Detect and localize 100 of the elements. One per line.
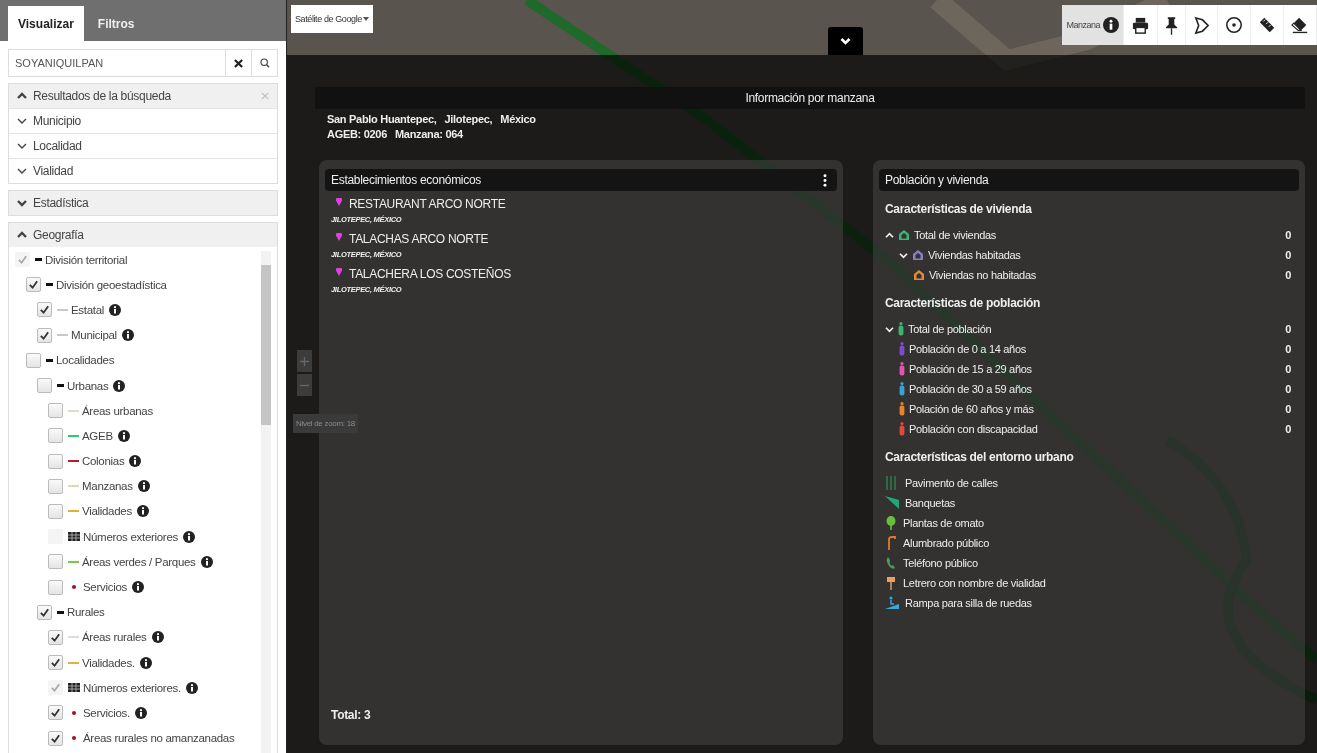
dash-icon [57,384,64,388]
result-group-label: Localidad [33,139,82,153]
layer-label: Servicios. [83,706,130,719]
panel-title: Información por manzana [745,91,875,105]
layer-label: División territorial [45,253,128,266]
layer-label: Localidades [56,354,115,367]
info-icon[interactable] [1103,17,1119,33]
group-heading: Características de vivienda [885,202,1033,216]
layer-label: Rurales [67,606,105,619]
establishment-name[interactable]: TALACHAS ARCO NORTE [349,232,489,246]
stat-label: Total de viviendas [914,229,997,241]
legend-label: Rampa para silla de ruedas [905,597,1032,609]
plus-icon [300,356,309,366]
chevron-up-icon [17,92,27,100]
section-header[interactable]: Geografía [9,223,277,247]
establishment-name[interactable]: TALACHERA LOS COSTEÑOS [349,267,511,281]
stat-label: Población de 30 a 59 años [909,383,1032,395]
legend-label: Banquetas [905,497,955,509]
scrollbar[interactable] [261,251,271,753]
scrollbar-thumb[interactable] [261,265,271,425]
stat-label: Viviendas no habitadas [929,269,1036,281]
results-header[interactable]: Resultados de la búsqueda [9,84,277,108]
identify-tool[interactable]: Manzana [1062,5,1124,45]
collapse-button[interactable] [828,27,864,55]
grid-icon [68,532,80,542]
stat-label: Población de 0 a 14 años [909,343,1026,355]
stat-label: Viviendas habitadas [928,249,1021,261]
layer-label: Números exteriores. [83,681,181,694]
legend-label: Alumbrado público [903,537,989,549]
layer-label: Vialidades [82,505,132,518]
layer-label: Colonias [82,455,125,468]
stat-label: Total de población [908,323,992,335]
card-title: Población y vivienda [885,173,989,187]
block-id-text: Manzana: 064 [395,127,463,142]
zoom-level-label: Nivel de zoom: 18 [293,414,358,433]
chevron-down-icon [17,142,27,150]
stat-value: 0 [1285,343,1292,355]
close-icon [234,58,243,68]
layer-label: Áreas rurales [82,631,147,644]
layer-label: Servicios [83,581,127,594]
stat-label: Población de 15 a 29 años [909,363,1032,375]
search-icon [259,58,270,68]
chevron-down-icon [17,199,27,207]
polygon-icon [1193,15,1210,35]
search-field[interactable]: SOYANIQUILPAN [8,49,226,77]
establishment-name[interactable]: RESTAURANT ARCO NORTE [349,197,506,211]
chevron-down-icon [840,37,852,45]
base-layer-dropdown[interactable]: Satélite de Google [291,5,373,33]
ramp-icon [885,596,899,610]
layer-label: AGEB [82,429,113,442]
legend-label: Plantas de omato [903,517,984,529]
chevron-down-icon[interactable] [899,251,908,259]
stat-value: 0 [1285,229,1292,241]
layer-label: Áreas urbanas [82,404,153,417]
circle-icon [1225,16,1243,34]
caret-icon [362,17,369,21]
search-button[interactable] [252,49,278,77]
result-group[interactable]: Localidad [9,133,277,158]
stat-value: 0 [1285,423,1292,435]
result-group-label: Vialidad [33,164,74,178]
printer-icon [1131,15,1150,35]
group-heading: Características del entorno urbano [885,450,1075,464]
stat-label: Población con discapacidad [909,423,1038,435]
layer-label: Áreas rurales no amanzanadas [83,732,235,745]
stat-value: 0 [1285,403,1292,415]
block-id-text: AGEB: 0206 [327,127,387,142]
layer-label: Números exteriores [83,530,178,543]
tab[interactable]: Visualizar [8,6,84,41]
eraser-icon [1291,16,1309,34]
more-options-icon[interactable] [823,173,827,187]
streetlight-icon [885,536,897,550]
chevron-up-icon[interactable] [885,231,894,239]
layer-label: Manzanas [82,480,133,493]
tree-icon [885,516,897,530]
section-title: Resultados de la búsqueda [33,89,171,103]
chevron-down-icon [17,117,27,125]
map-pin-icon [336,198,342,206]
layer-label: Áreas verdes / Parques [82,555,196,568]
ruler-icon [1258,16,1276,34]
group-heading: Características de población [885,296,1041,310]
card-title: Establecimientos económicos [331,173,481,187]
sidewalk-icon [885,496,899,510]
result-group-label: Municipio [33,114,81,128]
chevron-down-icon[interactable] [885,325,894,333]
section-title: Geografía [33,228,84,242]
total-count: Total: 3 [330,708,372,724]
result-group[interactable]: Municipio [9,108,277,133]
result-group[interactable]: Vialidad [9,158,277,183]
signpost-icon [885,576,897,590]
road-stripes-icon [885,476,899,490]
layer-label: División geoestadística [56,278,167,291]
tab[interactable]: Filtros [87,6,145,41]
stat-value: 0 [1285,269,1292,281]
dash-icon [35,258,42,262]
clear-button[interactable] [226,49,252,77]
legend-label: Letrero con nombre de vialidad [903,577,1046,589]
section-header[interactable]: Estadística [9,191,277,215]
map-pin-icon [336,268,342,276]
stat-value: 0 [1285,323,1292,335]
layer-label: Urbanas [67,379,109,392]
